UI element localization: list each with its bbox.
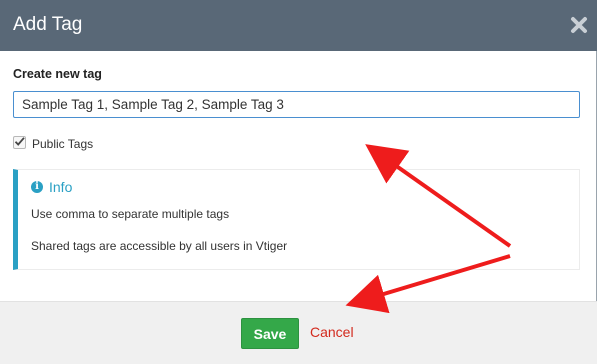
tag-input[interactable] — [13, 91, 580, 118]
cancel-link[interactable]: Cancel — [310, 324, 354, 340]
info-circle-icon: i — [31, 181, 43, 193]
close-icon[interactable] — [570, 16, 588, 34]
public-tags-checkbox[interactable] — [13, 136, 26, 149]
modal-header: Add Tag — [0, 0, 597, 51]
modal-footer: Save Cancel — [0, 301, 597, 364]
info-line-comma: Use comma to separate multiple tags — [31, 207, 230, 221]
modal-title: Add Tag — [13, 14, 83, 35]
add-tag-modal: Add Tag Create new tag Public Tags i Inf… — [0, 0, 597, 364]
info-title: Info — [49, 179, 73, 195]
info-box: i Info Use comma to separate multiple ta… — [13, 169, 580, 270]
save-button[interactable]: Save — [241, 318, 299, 349]
public-tags-label: Public Tags — [32, 137, 94, 151]
create-new-tag-label: Create new tag — [13, 67, 102, 81]
info-line-shared: Shared tags are accessible by all users … — [31, 239, 288, 253]
checkmark-icon — [14, 137, 25, 146]
